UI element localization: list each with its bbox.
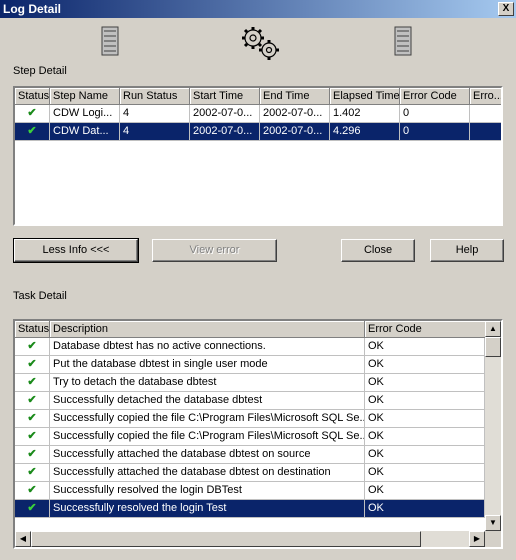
scroll-right-button[interactable]: ▶ bbox=[469, 531, 485, 547]
check-icon: ✔ bbox=[15, 428, 50, 446]
gears-icon bbox=[238, 24, 282, 62]
description-cell: Try to detach the database dbtest bbox=[50, 374, 365, 392]
error-code-cell: OK bbox=[365, 428, 485, 446]
task-row[interactable]: ✔ Successfully detached the database dbte… bbox=[15, 392, 485, 410]
check-icon: ✔ bbox=[15, 338, 50, 356]
column-header-status[interactable]: Status bbox=[15, 321, 50, 338]
step-name-cell: CDW Dat... bbox=[50, 123, 120, 141]
error-cell bbox=[470, 105, 501, 123]
task-row-selected[interactable]: ✔ Successfully resolved the login Test OK bbox=[15, 500, 485, 518]
error-code-cell: OK bbox=[365, 482, 485, 500]
description-cell: Successfully copied the file C:\Program … bbox=[50, 428, 365, 446]
close-window-button[interactable]: X bbox=[498, 2, 514, 16]
error-code-cell: OK bbox=[365, 446, 485, 464]
end-time-cell: 2002-07-0... bbox=[260, 105, 330, 123]
error-code-cell: OK bbox=[365, 356, 485, 374]
error-code-cell: OK bbox=[365, 392, 485, 410]
task-row[interactable]: ✔ Successfully copied the file C:\Program… bbox=[15, 428, 485, 446]
elapsed-time-cell: 1.402 bbox=[330, 105, 400, 123]
task-row[interactable]: ✔ Successfully resolved the login DBTest O… bbox=[15, 482, 485, 500]
error-code-cell: OK bbox=[365, 464, 485, 482]
run-status-cell: 4 bbox=[120, 123, 190, 141]
description-cell: Successfully detached the database dbtes… bbox=[50, 392, 365, 410]
start-time-cell: 2002-07-0... bbox=[190, 105, 260, 123]
scroll-corner bbox=[485, 531, 501, 547]
column-header-error-code[interactable]: Error Code bbox=[365, 321, 487, 338]
column-header-start-time[interactable]: Start Time bbox=[190, 88, 260, 105]
task-detail-label: Task Detail bbox=[13, 290, 67, 302]
check-icon: ✔ bbox=[15, 464, 50, 482]
check-icon: ✔ bbox=[15, 410, 50, 428]
step-row-selected[interactable]: ✔ CDW Dat... 4 2002-07-0... 2002-07-0...… bbox=[15, 123, 501, 141]
scroll-thumb-horizontal[interactable] bbox=[31, 531, 421, 547]
task-detail-grid[interactable]: Status Description Error Code ✔ Database … bbox=[13, 319, 503, 549]
column-header-error-code[interactable]: Error Code bbox=[400, 88, 470, 105]
check-icon: ✔ bbox=[15, 392, 50, 410]
scroll-up-button[interactable]: ▲ bbox=[485, 321, 501, 337]
description-cell: Put the database dbtest in single user m… bbox=[50, 356, 365, 374]
task-row[interactable]: ✔ Database dbtest has no active connectio… bbox=[15, 338, 485, 356]
scroll-left-button[interactable]: ◀ bbox=[15, 531, 31, 547]
server-icon bbox=[100, 26, 120, 56]
end-time-cell: 2002-07-0... bbox=[260, 123, 330, 141]
description-cell: Successfully resolved the login DBTest bbox=[50, 482, 365, 500]
description-cell: Successfully attached the database dbtes… bbox=[50, 446, 365, 464]
horizontal-scrollbar[interactable]: ◀ ▶ bbox=[15, 531, 485, 547]
error-code-cell: OK bbox=[365, 500, 485, 518]
check-icon: ✔ bbox=[15, 123, 50, 141]
step-detail-grid[interactable]: Status Step Name Run Status Start Time E… bbox=[13, 86, 503, 226]
window-title: Log Detail bbox=[3, 2, 62, 16]
server-icon bbox=[393, 26, 413, 56]
description-cell: Successfully attached the database dbtes… bbox=[50, 464, 365, 482]
column-header-status[interactable]: Status bbox=[15, 88, 50, 105]
column-header-error[interactable]: Erro... bbox=[470, 88, 501, 105]
title-bar: Log Detail X bbox=[0, 0, 516, 18]
description-cell: Successfully copied the file C:\Program … bbox=[50, 410, 365, 428]
vertical-scrollbar[interactable]: ▲ ▼ bbox=[485, 321, 501, 531]
less-info-button[interactable]: Less Info <<< bbox=[13, 238, 139, 263]
task-row[interactable]: ✔ Put the database dbtest in single user … bbox=[15, 356, 485, 374]
view-error-button[interactable]: View error bbox=[152, 239, 277, 262]
column-header-run-status[interactable]: Run Status bbox=[120, 88, 190, 105]
check-icon: ✔ bbox=[15, 374, 50, 392]
description-cell: Successfully resolved the login Test bbox=[50, 500, 365, 518]
step-name-cell: CDW Logi... bbox=[50, 105, 120, 123]
task-row[interactable]: ✔ Successfully attached the database dbte… bbox=[15, 446, 485, 464]
check-icon: ✔ bbox=[15, 482, 50, 500]
column-header-description[interactable]: Description bbox=[50, 321, 365, 338]
elapsed-time-cell: 4.296 bbox=[330, 123, 400, 141]
error-code-cell: OK bbox=[365, 338, 485, 356]
task-row[interactable]: ✔ Try to detach the database dbtest OK bbox=[15, 374, 485, 392]
start-time-cell: 2002-07-0... bbox=[190, 123, 260, 141]
column-header-step-name[interactable]: Step Name bbox=[50, 88, 120, 105]
step-row[interactable]: ✔ CDW Logi... 4 2002-07-0... 2002-07-0..… bbox=[15, 105, 501, 123]
help-button[interactable]: Help bbox=[430, 239, 504, 262]
error-code-cell: 0 bbox=[400, 105, 470, 123]
error-code-cell: OK bbox=[365, 410, 485, 428]
check-icon: ✔ bbox=[15, 105, 50, 123]
error-cell bbox=[470, 123, 501, 141]
run-status-cell: 4 bbox=[120, 105, 190, 123]
description-cell: Database dbtest has no active connection… bbox=[50, 338, 365, 356]
column-header-elapsed-time[interactable]: Elapsed Time bbox=[330, 88, 400, 105]
check-icon: ✔ bbox=[15, 500, 50, 518]
error-code-cell: 0 bbox=[400, 123, 470, 141]
task-row[interactable]: ✔ Successfully attached the database dbte… bbox=[15, 464, 485, 482]
scroll-thumb[interactable] bbox=[485, 337, 501, 357]
step-detail-label: Step Detail bbox=[13, 65, 67, 77]
task-row[interactable]: ✔ Successfully copied the file C:\Program… bbox=[15, 410, 485, 428]
scroll-down-button[interactable]: ▼ bbox=[485, 515, 501, 531]
error-code-cell: OK bbox=[365, 374, 485, 392]
close-button[interactable]: Close bbox=[341, 239, 415, 262]
check-icon: ✔ bbox=[15, 446, 50, 464]
column-header-end-time[interactable]: End Time bbox=[260, 88, 330, 105]
check-icon: ✔ bbox=[15, 356, 50, 374]
